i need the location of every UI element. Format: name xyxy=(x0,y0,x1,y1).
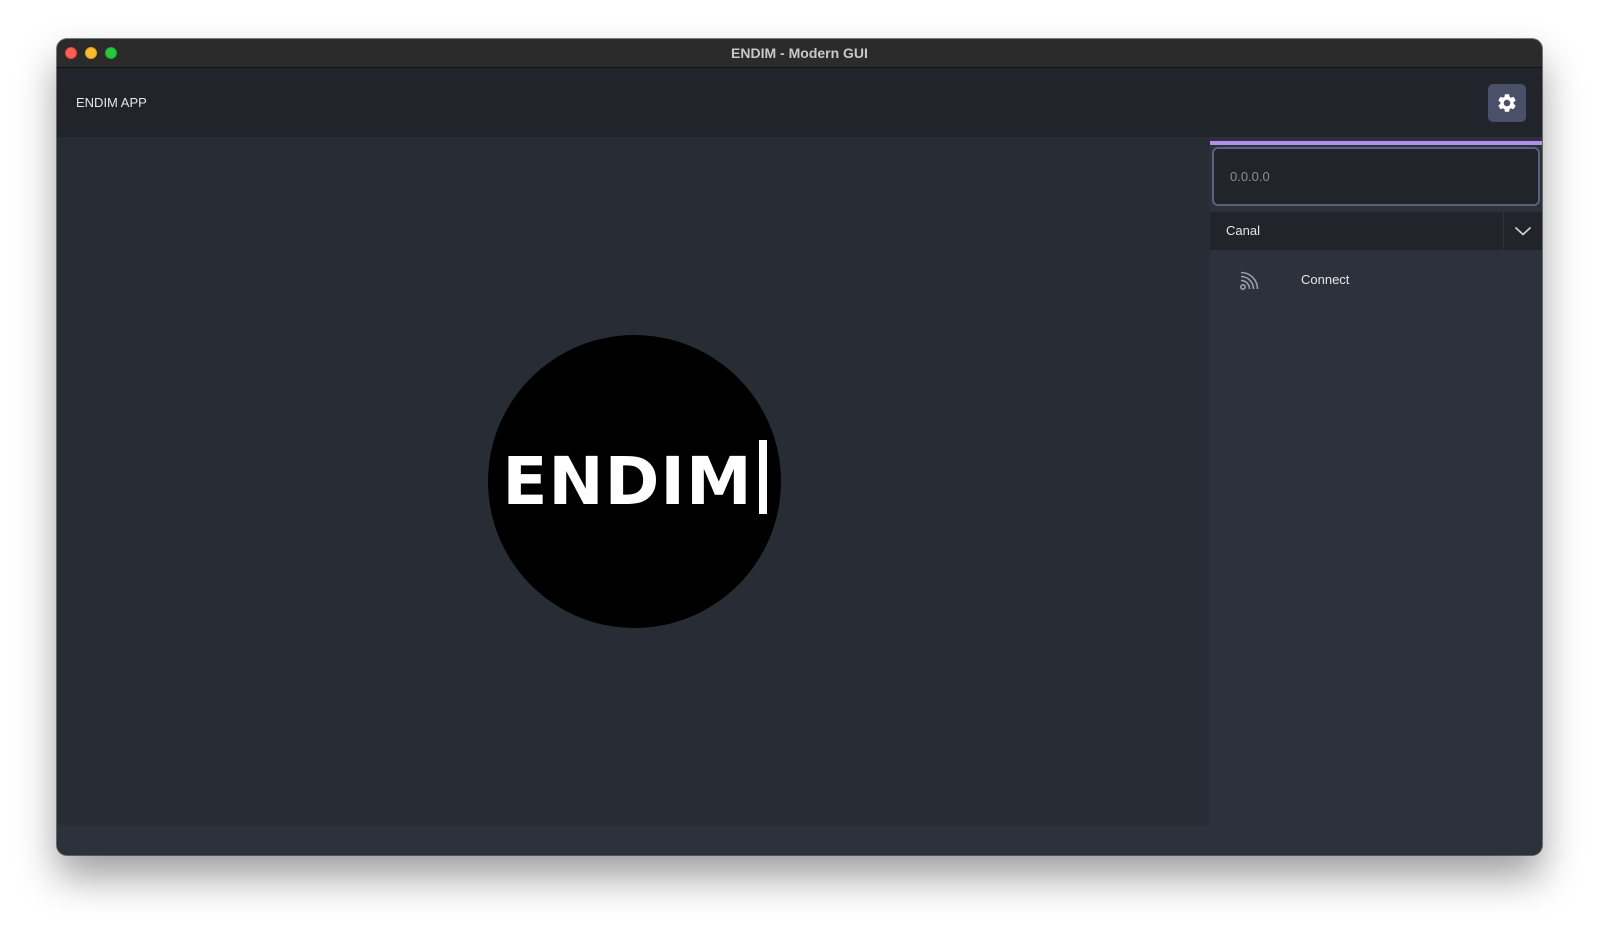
main-content: ENDIM xyxy=(57,137,1210,825)
connect-label: Connect xyxy=(1301,272,1350,287)
channel-select[interactable]: Canal xyxy=(1210,212,1542,250)
connect-button[interactable]: Connect xyxy=(1210,260,1542,300)
right-panel: Canal Connect xyxy=(1210,137,1542,855)
channel-dropdown-toggle[interactable] xyxy=(1503,212,1542,250)
title-bar: ENDIM - Modern GUI xyxy=(57,39,1542,68)
logo-text: ENDIM xyxy=(502,442,753,520)
gear-icon xyxy=(1496,92,1518,114)
status-footer xyxy=(57,825,1210,855)
logo-cursor-bar xyxy=(758,439,767,514)
signal-icon xyxy=(1238,268,1262,292)
app-title: ENDIM APP xyxy=(76,95,147,110)
ip-address-input[interactable] xyxy=(1212,147,1540,206)
app-window: ENDIM - Modern GUI ENDIM APP ENDIM Canal xyxy=(57,39,1542,855)
chevron-down-icon xyxy=(1515,227,1531,236)
app-header: ENDIM APP xyxy=(57,68,1542,137)
panel-accent-bar xyxy=(1210,141,1542,145)
settings-button[interactable] xyxy=(1488,84,1526,122)
endim-logo: ENDIM xyxy=(488,335,781,628)
channel-select-value: Canal xyxy=(1226,223,1260,238)
window-title: ENDIM - Modern GUI xyxy=(731,45,868,61)
